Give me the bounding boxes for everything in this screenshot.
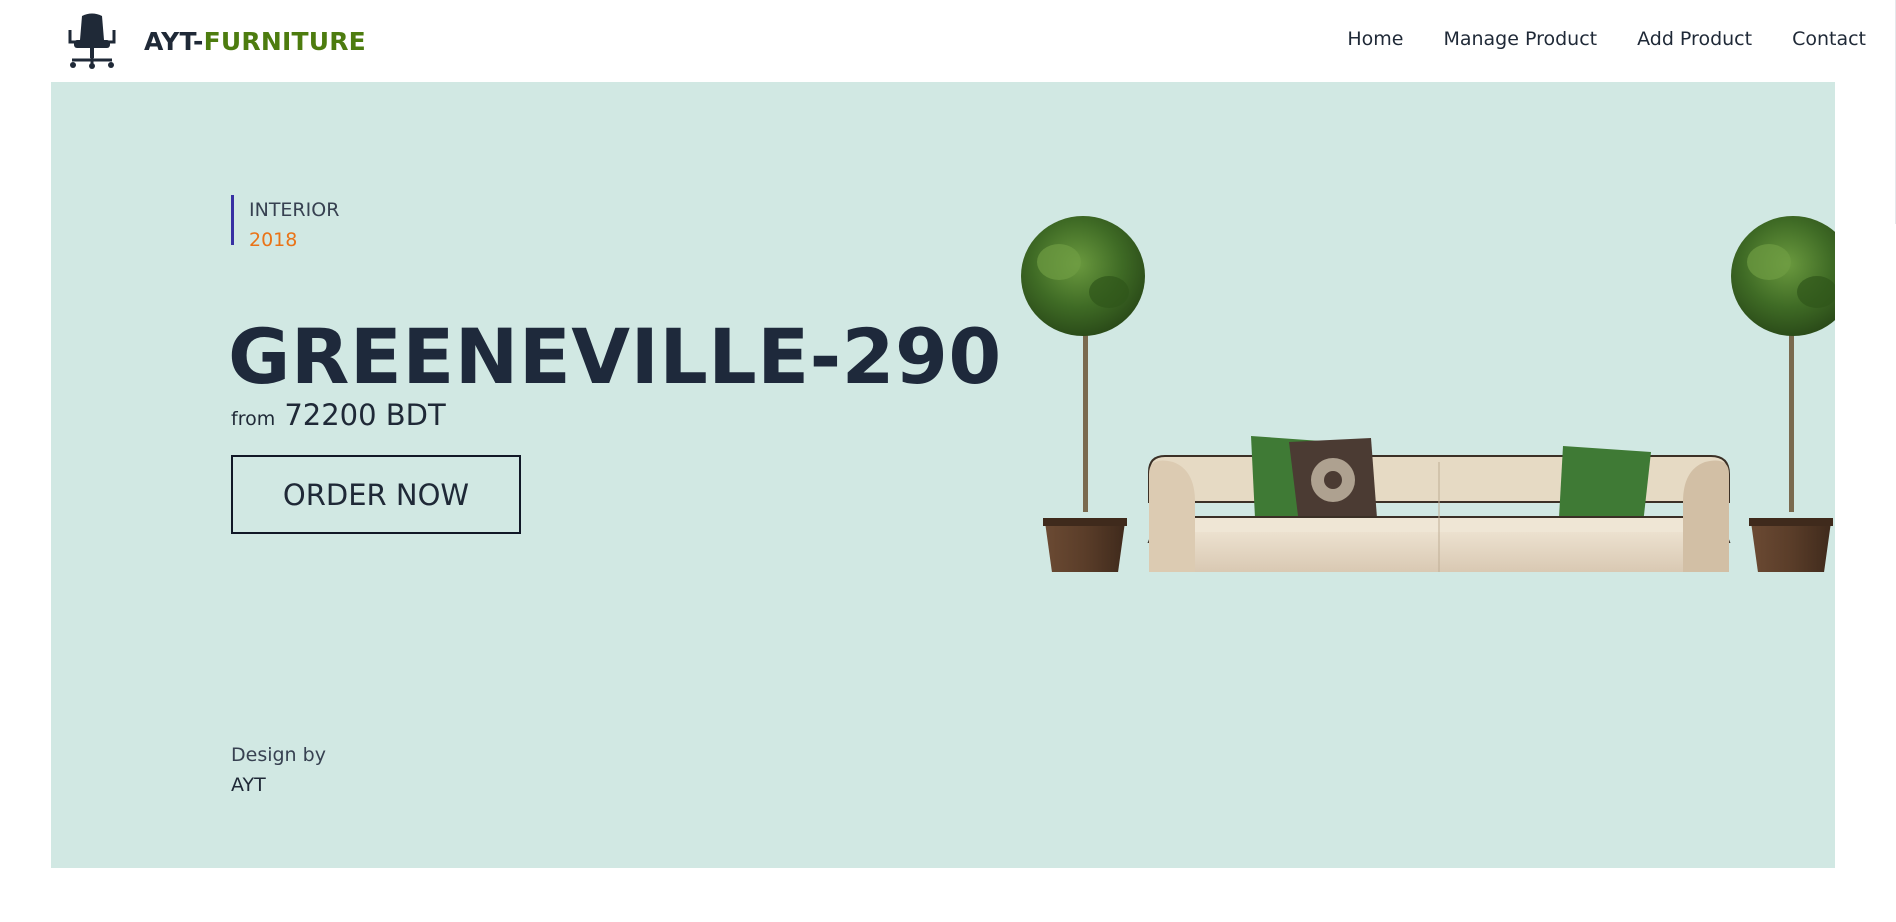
nav-contact[interactable]: Contact	[1792, 28, 1866, 50]
brand-accent: FURNITURE	[203, 26, 366, 56]
order-now-button[interactable]: ORDER NOW	[231, 455, 521, 534]
hero-tag-block: INTERIOR 2018	[231, 195, 340, 251]
nav-add-product[interactable]: Add Product	[1637, 28, 1752, 50]
product-price: 72200 BDT	[284, 398, 446, 432]
hero-year: 2018	[249, 229, 298, 251]
product-title: GREENEVILLE-290	[228, 312, 1002, 401]
design-credit: Design by AYT	[231, 740, 326, 800]
product-price-line: from 72200 BDT	[231, 398, 446, 432]
home-logo-link[interactable]: AYT-FURNITURE	[64, 12, 366, 70]
nav-home[interactable]: Home	[1347, 28, 1403, 50]
price-prefix: from	[231, 408, 276, 430]
sofa	[1147, 436, 1731, 572]
main-nav: Home Manage Product Add Product Contact	[1347, 28, 1866, 50]
office-chair-icon	[68, 13, 116, 69]
navbar: AYT-FURNITURE Home Manage Product Add Pr…	[0, 0, 1896, 82]
credit-name: AYT	[231, 774, 266, 796]
right-potted-tree	[1731, 216, 1835, 572]
left-potted-tree	[1021, 216, 1145, 572]
brand-name: AYT-FURNITURE	[144, 26, 366, 56]
sofa-with-potted-trees-image	[959, 212, 1835, 572]
hero-banner: INTERIOR 2018 GREENEVILLE-290 from 72200…	[51, 82, 1835, 868]
credit-label: Design by	[231, 744, 326, 766]
hero-tag: INTERIOR	[249, 199, 340, 221]
nav-manage-product[interactable]: Manage Product	[1443, 28, 1597, 50]
